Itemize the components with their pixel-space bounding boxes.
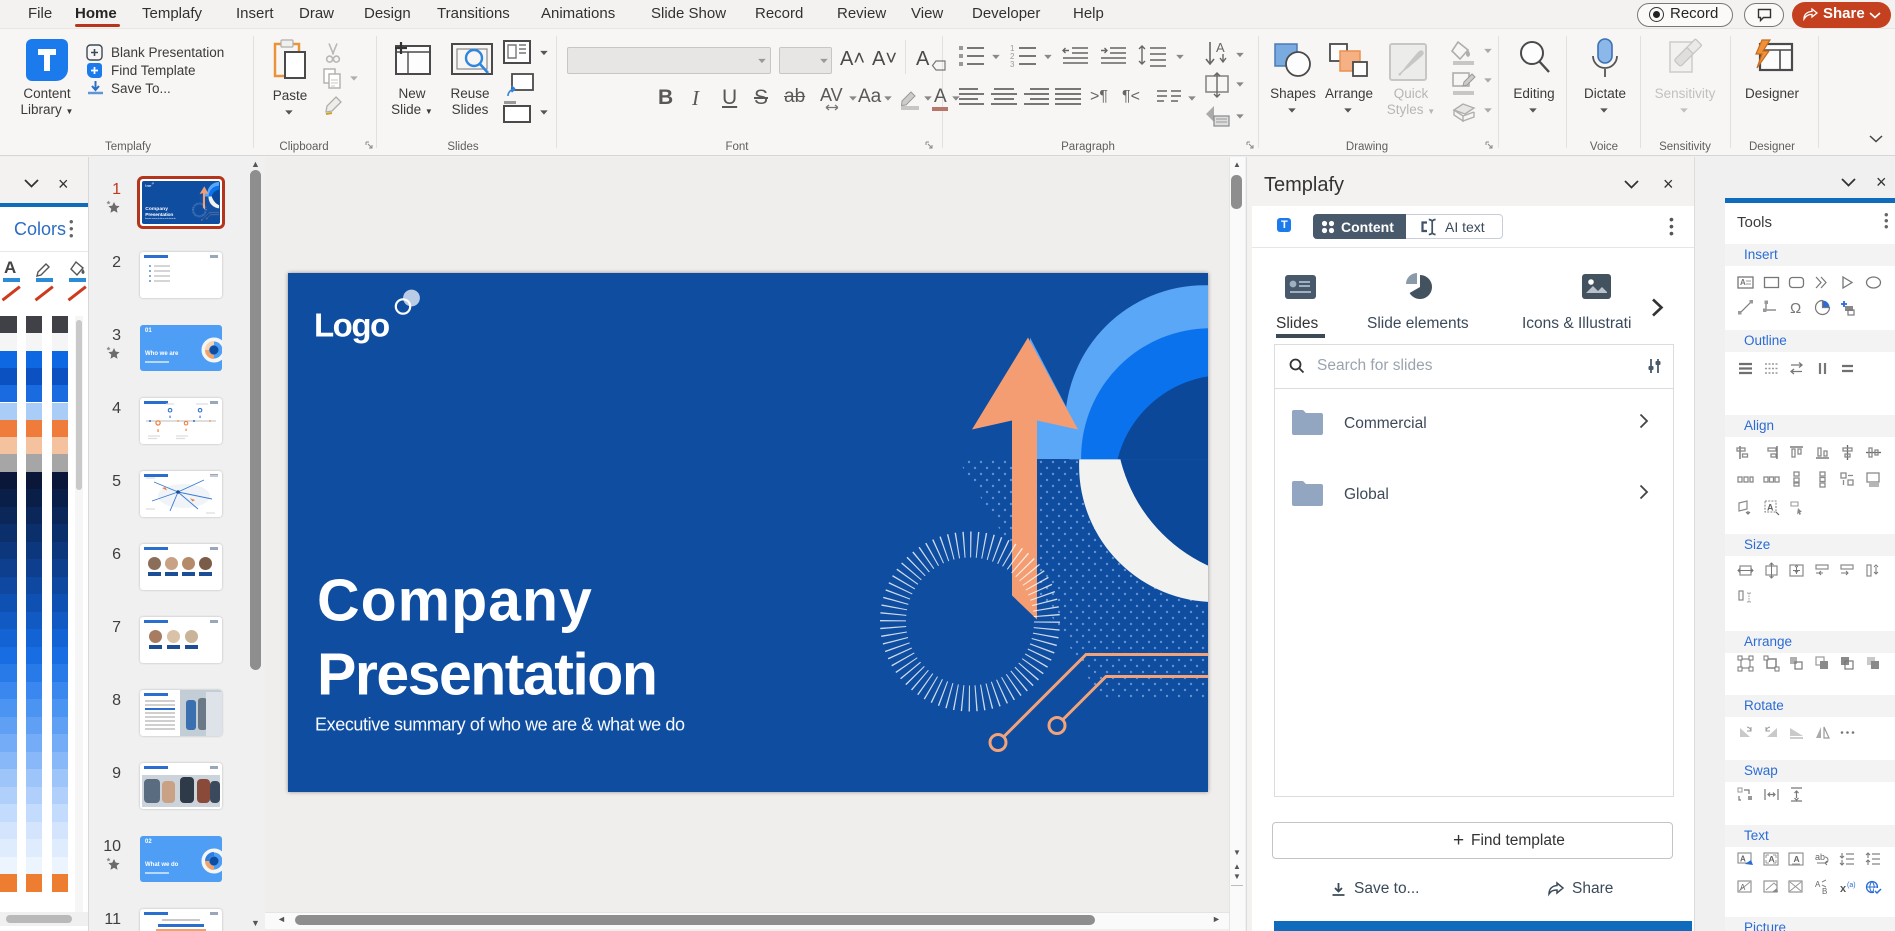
svg-text:B: B [1822, 887, 1827, 896]
svg-text:ab: ab [1815, 852, 1825, 862]
svg-text:3: 3 [1010, 60, 1015, 69]
svg-text:A: A [1768, 854, 1774, 864]
svg-text:Ω: Ω [1790, 300, 1801, 317]
svg-text:A: A [1740, 883, 1746, 892]
svg-text:Logo: Logo [314, 307, 389, 344]
svg-text:(a): (a) [1847, 882, 1856, 889]
svg-text:x: x [1840, 883, 1847, 895]
svg-text:Executive summary of who we ar: Executive summary of who we are & what w… [315, 715, 685, 735]
svg-text:A: A [1216, 40, 1225, 55]
svg-text:Company: Company [317, 568, 593, 634]
svg-text:A: A [1815, 880, 1821, 889]
svg-text:A: A [1794, 854, 1800, 864]
svg-text:A: A [1740, 855, 1746, 864]
svg-text:Presentation: Presentation [317, 641, 656, 707]
svg-text:A: A [1767, 503, 1774, 513]
svg-text:A: A [1740, 278, 1746, 287]
